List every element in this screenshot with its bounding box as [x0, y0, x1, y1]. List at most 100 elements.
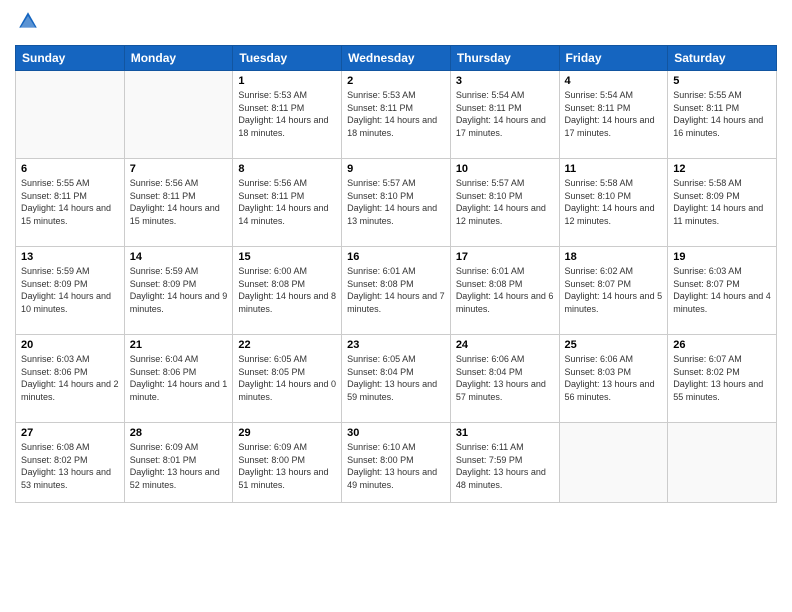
calendar-cell: 21 Sunrise: 6:04 AMSunset: 8:06 PMDayligh…	[124, 335, 233, 423]
day-number: 1	[238, 75, 336, 87]
day-number: 26	[673, 339, 771, 351]
weekday-header: Wednesday	[342, 46, 451, 71]
calendar-cell: 23 Sunrise: 6:05 AMSunset: 8:04 PMDayligh…	[342, 335, 451, 423]
day-number: 2	[347, 75, 445, 87]
calendar-cell: 19 Sunrise: 6:03 AMSunset: 8:07 PMDayligh…	[668, 247, 777, 335]
calendar-cell	[559, 423, 668, 503]
weekday-header: Friday	[559, 46, 668, 71]
day-number: 8	[238, 163, 336, 175]
day-number: 29	[238, 427, 336, 439]
day-number: 22	[238, 339, 336, 351]
day-number: 18	[565, 251, 663, 263]
calendar-cell	[124, 71, 233, 159]
day-number: 21	[130, 339, 228, 351]
calendar-week-row: 20 Sunrise: 6:03 AMSunset: 8:06 PMDayligh…	[16, 335, 777, 423]
calendar-cell: 18 Sunrise: 6:02 AMSunset: 8:07 PMDayligh…	[559, 247, 668, 335]
calendar-cell: 26 Sunrise: 6:07 AMSunset: 8:02 PMDayligh…	[668, 335, 777, 423]
calendar-cell: 8 Sunrise: 5:56 AMSunset: 8:11 PMDaylight…	[233, 159, 342, 247]
calendar-cell: 9 Sunrise: 5:57 AMSunset: 8:10 PMDaylight…	[342, 159, 451, 247]
day-info: Sunrise: 5:54 AMSunset: 8:11 PMDaylight:…	[456, 89, 554, 139]
calendar-cell: 4Sunrise: 5:54 AMSunset: 8:11 PMDaylight…	[559, 71, 668, 159]
calendar-cell: 10Sunrise: 5:57 AMSunset: 8:10 PMDayligh…	[450, 159, 559, 247]
day-info: Sunrise: 6:03 AMSunset: 8:07 PMDaylight:…	[673, 265, 771, 315]
day-info: Sunrise: 6:00 AMSunset: 8:08 PMDaylight:…	[238, 265, 336, 315]
calendar-cell: 28Sunrise: 6:09 AMSunset: 8:01 PMDayligh…	[124, 423, 233, 503]
calendar-cell: 24 Sunrise: 6:06 AMSunset: 8:04 PMDayligh…	[450, 335, 559, 423]
calendar-cell: 11 Sunrise: 5:58 AMSunset: 8:10 PMDayligh…	[559, 159, 668, 247]
calendar-week-row: 27 Sunrise: 6:08 AMSunset: 8:02 PMDayligh…	[16, 423, 777, 503]
day-info: Sunrise: 6:08 AMSunset: 8:02 PMDaylight:…	[21, 441, 119, 491]
day-number: 19	[673, 251, 771, 263]
calendar-cell	[16, 71, 125, 159]
day-info: Sunrise: 5:55 AMSunset: 8:11 PMDaylight:…	[21, 177, 119, 227]
day-number: 6	[21, 163, 119, 175]
calendar-cell: 17 Sunrise: 6:01 AMSunset: 8:08 PMDayligh…	[450, 247, 559, 335]
weekday-header: Thursday	[450, 46, 559, 71]
calendar-cell: 15Sunrise: 6:00 AMSunset: 8:08 PMDayligh…	[233, 247, 342, 335]
calendar-cell: 22 Sunrise: 6:05 AMSunset: 8:05 PMDayligh…	[233, 335, 342, 423]
day-number: 27	[21, 427, 119, 439]
calendar-cell: 12Sunrise: 5:58 AMSunset: 8:09 PMDayligh…	[668, 159, 777, 247]
day-info: Sunrise: 5:58 AMSunset: 8:10 PMDaylight:…	[565, 177, 663, 227]
logo	[15, 10, 39, 37]
day-number: 20	[21, 339, 119, 351]
day-info: Sunrise: 6:05 AMSunset: 8:05 PMDaylight:…	[238, 353, 336, 403]
day-info: Sunrise: 6:04 AMSunset: 8:06 PMDaylight:…	[130, 353, 228, 403]
day-info: Sunrise: 5:59 AMSunset: 8:09 PMDaylight:…	[130, 265, 228, 315]
day-number: 9	[347, 163, 445, 175]
day-number: 12	[673, 163, 771, 175]
day-info: Sunrise: 5:54 AMSunset: 8:11 PMDaylight:…	[565, 89, 663, 139]
day-info: Sunrise: 5:53 AMSunset: 8:11 PMDaylight:…	[347, 89, 445, 139]
calendar-week-row: 6 Sunrise: 5:55 AMSunset: 8:11 PMDaylight…	[16, 159, 777, 247]
calendar-cell: 30 Sunrise: 6:10 AMSunset: 8:00 PMDayligh…	[342, 423, 451, 503]
day-info: Sunrise: 6:02 AMSunset: 8:07 PMDaylight:…	[565, 265, 663, 315]
calendar-header: SundayMondayTuesdayWednesdayThursdayFrid…	[16, 46, 777, 71]
day-info: Sunrise: 5:55 AMSunset: 8:11 PMDaylight:…	[673, 89, 771, 139]
page: SundayMondayTuesdayWednesdayThursdayFrid…	[0, 0, 792, 612]
day-info: Sunrise: 6:05 AMSunset: 8:04 PMDaylight:…	[347, 353, 445, 403]
day-number: 5	[673, 75, 771, 87]
day-number: 16	[347, 251, 445, 263]
day-number: 25	[565, 339, 663, 351]
weekday-header: Monday	[124, 46, 233, 71]
calendar: SundayMondayTuesdayWednesdayThursdayFrid…	[15, 45, 777, 503]
day-number: 7	[130, 163, 228, 175]
day-number: 13	[21, 251, 119, 263]
day-info: Sunrise: 5:56 AMSunset: 8:11 PMDaylight:…	[238, 177, 336, 227]
day-info: Sunrise: 5:59 AMSunset: 8:09 PMDaylight:…	[21, 265, 119, 315]
day-info: Sunrise: 5:57 AMSunset: 8:10 PMDaylight:…	[456, 177, 554, 227]
day-info: Sunrise: 6:06 AMSunset: 8:04 PMDaylight:…	[456, 353, 554, 403]
day-info: Sunrise: 6:01 AMSunset: 8:08 PMDaylight:…	[456, 265, 554, 315]
day-number: 3	[456, 75, 554, 87]
day-info: Sunrise: 6:10 AMSunset: 8:00 PMDaylight:…	[347, 441, 445, 491]
weekday-header: Sunday	[16, 46, 125, 71]
calendar-cell: 5 Sunrise: 5:55 AMSunset: 8:11 PMDaylight…	[668, 71, 777, 159]
day-info: Sunrise: 5:53 AMSunset: 8:11 PMDaylight:…	[238, 89, 336, 139]
day-number: 31	[456, 427, 554, 439]
calendar-cell: 13 Sunrise: 5:59 AMSunset: 8:09 PMDayligh…	[16, 247, 125, 335]
day-number: 28	[130, 427, 228, 439]
calendar-cell: 1 Sunrise: 5:53 AMSunset: 8:11 PMDaylight…	[233, 71, 342, 159]
day-number: 30	[347, 427, 445, 439]
day-info: Sunrise: 6:03 AMSunset: 8:06 PMDaylight:…	[21, 353, 119, 403]
day-number: 11	[565, 163, 663, 175]
calendar-cell: 20 Sunrise: 6:03 AMSunset: 8:06 PMDayligh…	[16, 335, 125, 423]
calendar-cell: 16 Sunrise: 6:01 AMSunset: 8:08 PMDayligh…	[342, 247, 451, 335]
day-info: Sunrise: 5:57 AMSunset: 8:10 PMDaylight:…	[347, 177, 445, 227]
calendar-cell: 3 Sunrise: 5:54 AMSunset: 8:11 PMDaylight…	[450, 71, 559, 159]
calendar-cell	[668, 423, 777, 503]
day-info: Sunrise: 6:01 AMSunset: 8:08 PMDaylight:…	[347, 265, 445, 315]
calendar-cell: 14Sunrise: 5:59 AMSunset: 8:09 PMDayligh…	[124, 247, 233, 335]
calendar-body: 1 Sunrise: 5:53 AMSunset: 8:11 PMDaylight…	[16, 71, 777, 503]
logo-icon	[17, 10, 39, 32]
day-info: Sunrise: 6:06 AMSunset: 8:03 PMDaylight:…	[565, 353, 663, 403]
day-info: Sunrise: 6:11 AMSunset: 7:59 PMDaylight:…	[456, 441, 554, 491]
day-number: 24	[456, 339, 554, 351]
day-info: Sunrise: 5:56 AMSunset: 8:11 PMDaylight:…	[130, 177, 228, 227]
day-number: 23	[347, 339, 445, 351]
day-number: 17	[456, 251, 554, 263]
calendar-cell: 6 Sunrise: 5:55 AMSunset: 8:11 PMDaylight…	[16, 159, 125, 247]
calendar-week-row: 1 Sunrise: 5:53 AMSunset: 8:11 PMDaylight…	[16, 71, 777, 159]
day-info: Sunrise: 6:07 AMSunset: 8:02 PMDaylight:…	[673, 353, 771, 403]
calendar-cell: 7 Sunrise: 5:56 AMSunset: 8:11 PMDaylight…	[124, 159, 233, 247]
